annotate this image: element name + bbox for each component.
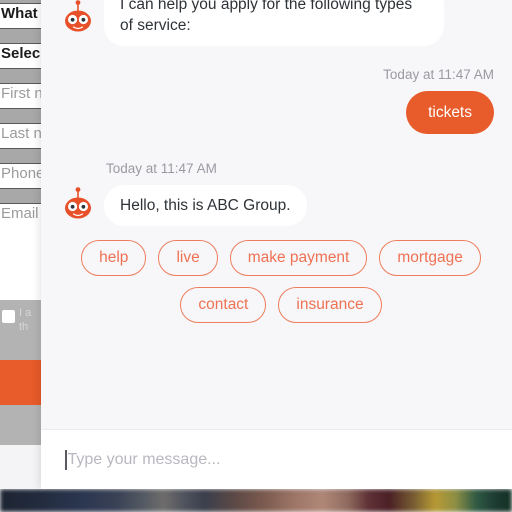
user-message-timestamp: Today at 11:47 AM (383, 67, 494, 82)
page-footer-strip (0, 445, 44, 489)
quick-reply-chip-make-payment[interactable]: make payment (229, 240, 368, 276)
message-composer[interactable]: Type your message... (41, 429, 512, 489)
form-field-label-1: Selec (1, 45, 41, 62)
bot-message-row: I can help you apply for the following t… (61, 0, 444, 46)
consent-and-submit-block: I a th (0, 300, 44, 445)
form-field-stack: What Selec First n Last n Phone Email (0, 0, 44, 228)
quick-reply-chip-insurance[interactable]: insurance (278, 287, 382, 323)
submit-button[interactable] (0, 360, 44, 405)
bot-message-row: Hello, this is ABC Group. (61, 185, 307, 226)
form-field-row[interactable]: Selec (0, 28, 44, 68)
quick-reply-chip-help[interactable]: help (81, 240, 147, 276)
form-field-row[interactable]: Email (0, 188, 44, 228)
form-input-bar[interactable] (0, 28, 44, 44)
form-field-row[interactable]: What (0, 0, 44, 28)
form-input-bar[interactable] (0, 148, 44, 164)
message-input[interactable]: Type your message... (65, 449, 221, 470)
screen: What Selec First n Last n Phone Email I … (0, 0, 512, 512)
chat-widget-panel: I can help you apply for the following t… (41, 0, 512, 489)
form-field-label-3: Last n (1, 125, 42, 142)
form-field-label-5: Email (1, 205, 39, 222)
form-field-label-4: Phone (1, 165, 44, 182)
form-field-label-2: First n (1, 85, 43, 102)
robot-avatar-icon (61, 0, 95, 34)
quick-reply-chip-mortgage[interactable]: mortgage (379, 240, 481, 276)
user-message-bubble: tickets (406, 91, 494, 134)
form-input-bar[interactable] (0, 188, 44, 204)
bot-message-bubble: I can help you apply for the following t… (104, 0, 444, 46)
form-input-bar[interactable] (0, 108, 44, 124)
quick-reply-chip-live[interactable]: live (158, 240, 218, 276)
form-field-row[interactable]: Phone (0, 148, 44, 188)
blurred-photo-backdrop (0, 489, 512, 512)
form-field-label-0: What (1, 5, 38, 22)
bot-message-bubble: Hello, this is ABC Group. (104, 185, 307, 226)
bot-message-timestamp: Today at 11:47 AM (106, 161, 217, 176)
robot-avatar-icon (61, 187, 95, 221)
quick-reply-chip-contact[interactable]: contact (180, 287, 267, 323)
quick-reply-chip-group: help live make payment mortgage contact … (61, 240, 501, 323)
message-input-placeholder: Type your message... (67, 450, 221, 468)
chat-message-list[interactable]: I can help you apply for the following t… (41, 0, 512, 430)
user-message-row: tickets (406, 91, 494, 134)
background-application-form: What Selec First n Last n Phone Email I … (0, 0, 44, 489)
form-field-row[interactable]: Last n (0, 108, 44, 148)
consent-checkbox[interactable] (2, 310, 15, 323)
form-input-bar[interactable] (0, 68, 44, 84)
form-field-row[interactable]: First n (0, 68, 44, 108)
text-cursor (65, 449, 67, 470)
